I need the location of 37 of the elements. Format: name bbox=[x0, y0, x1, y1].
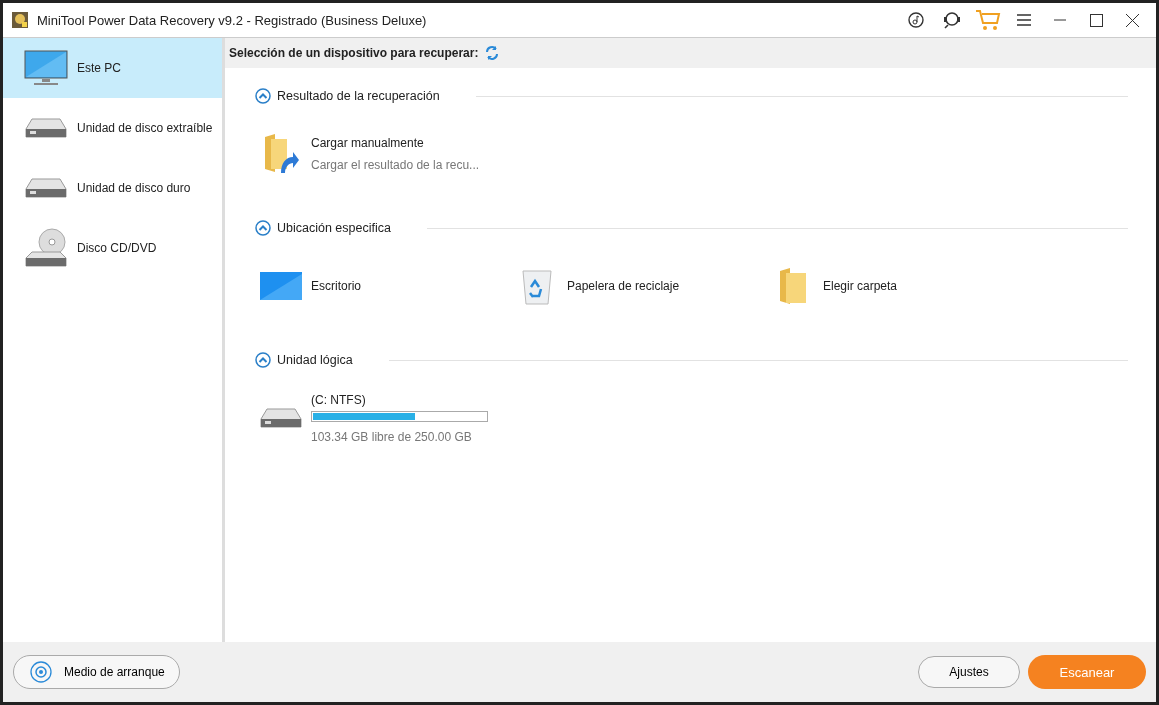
item-description: 103.34 GB libre de 250.00 GB bbox=[311, 429, 473, 444]
desktop-icon bbox=[260, 272, 302, 300]
section-title: Resultado de la recuperación bbox=[277, 89, 440, 103]
refresh-icon[interactable] bbox=[484, 45, 501, 61]
sidebar-item[interactable]: Disco CD/DVD bbox=[3, 218, 222, 278]
recycle-bin-icon bbox=[521, 267, 553, 305]
item-label[interactable]: Papelera de reciclaje bbox=[567, 279, 680, 293]
hard-drive-icon bbox=[24, 177, 68, 199]
item-label[interactable]: Cargar manualmente bbox=[311, 136, 480, 150]
sidebar-label: Unidad de disco extraíble bbox=[77, 121, 213, 135]
item-label[interactable]: Elegir carpeta bbox=[823, 279, 898, 293]
collapse-icon[interactable] bbox=[255, 352, 271, 368]
cd-drive-icon bbox=[24, 228, 68, 268]
sidebar-label: Unidad de disco duro bbox=[77, 181, 191, 195]
monitor-icon bbox=[24, 50, 68, 86]
drive-icon bbox=[24, 117, 68, 139]
item-description: Cargar el resultado de la recu... bbox=[311, 158, 480, 172]
sidebar-item[interactable]: Unidad de disco extraíble bbox=[3, 98, 222, 158]
settings-button[interactable]: Ajustes bbox=[918, 656, 1020, 688]
disc-icon bbox=[30, 661, 52, 683]
window-title: MiniTool Power Data Recovery v9.2 - Registrado (Business Deluxe) bbox=[37, 12, 428, 28]
header-title: Selección de un dispositivo para recuperar: bbox=[229, 46, 479, 60]
sidebar-item[interactable]: Este PC bbox=[3, 38, 222, 98]
sidebar-item[interactable]: Unidad de disco duro bbox=[3, 158, 222, 218]
item-label[interactable]: (C: NTFS) bbox=[311, 392, 488, 407]
collapse-icon[interactable] bbox=[255, 220, 271, 236]
sidebar-label: Este PC bbox=[77, 61, 121, 75]
app-logo-icon bbox=[11, 11, 29, 29]
hard-drive-icon bbox=[259, 407, 303, 429]
folder-icon bbox=[778, 267, 808, 305]
folder-arrow-icon bbox=[263, 133, 299, 175]
collapse-icon[interactable] bbox=[255, 88, 271, 104]
section-title: Unidad lógica bbox=[277, 353, 353, 367]
section-title: Ubicación especifica bbox=[277, 221, 391, 235]
item-label[interactable]: Escritorio bbox=[311, 279, 361, 293]
boot-media-button[interactable]: Medio de arranque bbox=[13, 655, 180, 689]
sidebar-label: Disco CD/DVD bbox=[77, 241, 157, 255]
